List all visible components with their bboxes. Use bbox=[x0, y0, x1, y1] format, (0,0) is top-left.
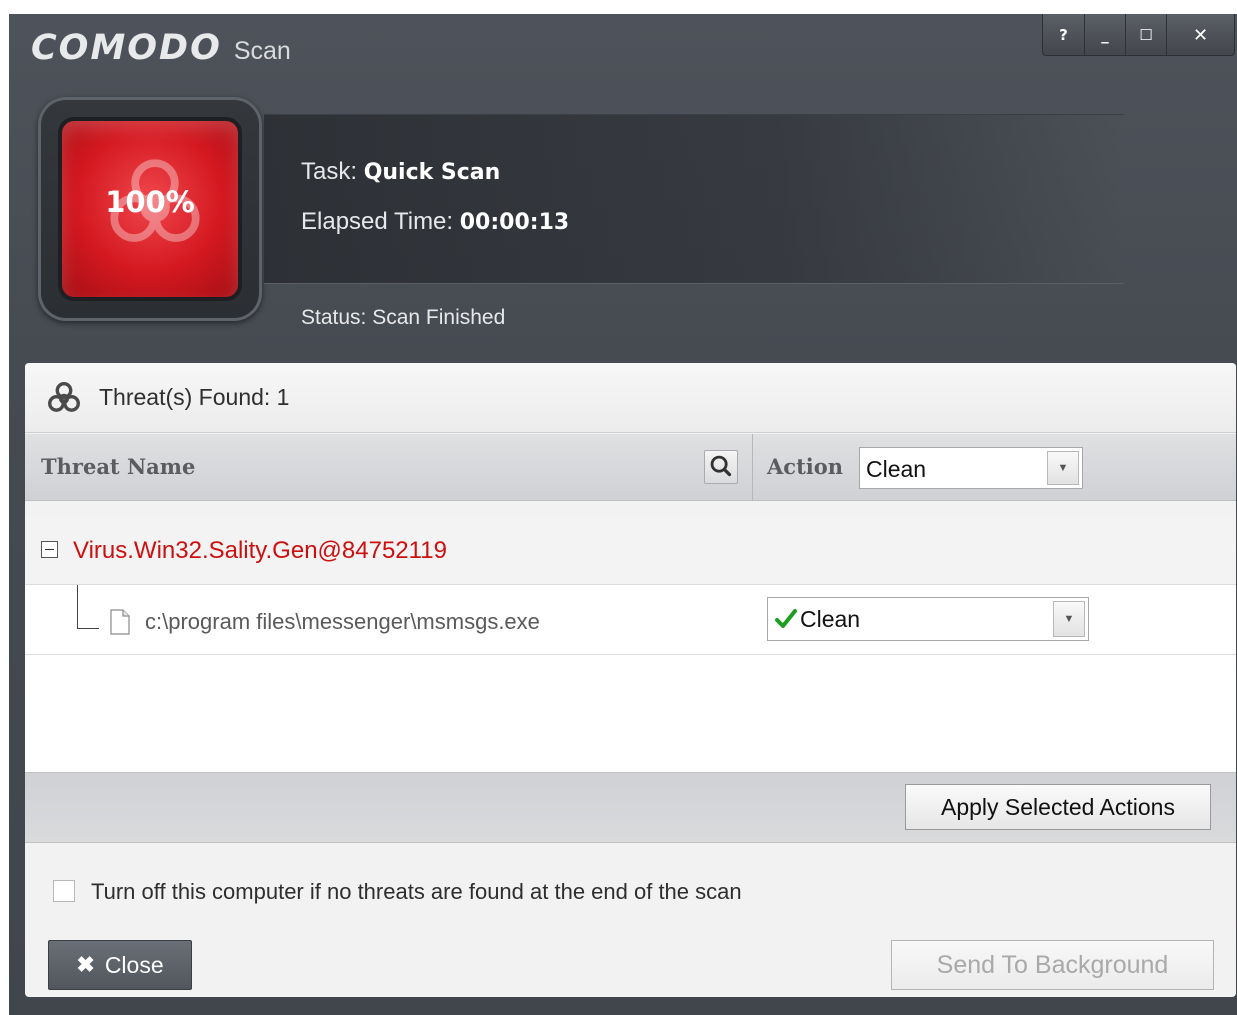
collapse-toggle[interactable] bbox=[41, 541, 58, 558]
help-button[interactable]: ? bbox=[1043, 14, 1084, 55]
column-divider bbox=[752, 434, 753, 501]
elapsed-line: Elapsed Time: 00:00:13 bbox=[301, 208, 569, 236]
table-header: Threat Name Action Clean ▼ bbox=[25, 434, 1236, 501]
maximize-button[interactable]: ☐ bbox=[1125, 14, 1166, 55]
window-controls: ? _ ☐ ✕ bbox=[1042, 14, 1235, 56]
file-action-select[interactable]: Clean ▼ bbox=[767, 597, 1089, 641]
title-bar: COMODO Scan bbox=[31, 28, 291, 68]
task-label: Task: bbox=[301, 158, 358, 185]
search-icon bbox=[710, 455, 732, 477]
actions-bar: Apply Selected Actions bbox=[25, 773, 1236, 843]
brand-logo: COMODO bbox=[31, 28, 222, 68]
close-icon: ✖ bbox=[76, 952, 95, 977]
send-to-background-button[interactable]: Send To Background bbox=[891, 940, 1214, 990]
global-action-select[interactable]: Clean ▼ bbox=[859, 447, 1083, 489]
status-text: Status: Scan Finished bbox=[301, 306, 506, 329]
results-panel: Threat(s) Found: 1 Threat Name Action Cl… bbox=[25, 363, 1236, 997]
tree-connector bbox=[77, 585, 99, 629]
file-path: c:\program files\messenger\msmsgs.exe bbox=[145, 609, 540, 634]
threat-file-row[interactable]: c:\program files\messenger\msmsgs.exe Cl… bbox=[25, 585, 1236, 655]
apply-selected-actions-button[interactable]: Apply Selected Actions bbox=[905, 784, 1211, 830]
close-button-label: Close bbox=[104, 951, 164, 978]
progress-gauge-face: 100% bbox=[58, 117, 242, 301]
minimize-button[interactable]: _ bbox=[1084, 14, 1125, 55]
task-value: Quick Scan bbox=[363, 160, 501, 185]
file-icon bbox=[110, 609, 130, 635]
progress-gauge: 100% bbox=[38, 97, 262, 321]
shutdown-checkbox[interactable] bbox=[53, 880, 75, 902]
progress-percent: 100% bbox=[105, 185, 195, 219]
search-button[interactable] bbox=[704, 450, 738, 484]
threats-summary-bar: Threat(s) Found: 1 bbox=[25, 363, 1236, 433]
shutdown-checkbox-label: Turn off this computer if no threats are… bbox=[91, 879, 742, 904]
window-title: Scan bbox=[233, 37, 291, 65]
threat-row[interactable]: Virus.Win32.Sality.Gen@84752119 bbox=[25, 515, 1236, 585]
window-close-button[interactable]: ✕ bbox=[1166, 14, 1234, 55]
biohazard-icon bbox=[48, 381, 80, 412]
elapsed-value: 00:00:13 bbox=[459, 210, 570, 235]
chevron-down-icon: ▼ bbox=[1047, 451, 1079, 485]
scan-info-band bbox=[264, 114, 1124, 284]
global-action-value: Clean bbox=[866, 456, 927, 482]
close-button[interactable]: ✖ Close bbox=[48, 940, 192, 990]
checkmark-icon bbox=[775, 609, 797, 628]
scan-window: COMODO Scan ? _ ☐ ✕ 100% Task: Quick Sca… bbox=[9, 14, 1237, 1015]
threats-found-count: Threat(s) Found: 1 bbox=[99, 384, 290, 410]
chevron-down-icon: ▼ bbox=[1053, 601, 1085, 637]
task-line: Task: Quick Scan bbox=[301, 158, 500, 186]
file-action-value: Clean bbox=[800, 606, 861, 632]
elapsed-label: Elapsed Time: bbox=[301, 208, 454, 235]
column-action: Action bbox=[767, 454, 844, 479]
threat-name: Virus.Win32.Sality.Gen@84752119 bbox=[73, 537, 447, 564]
results-list-empty-area bbox=[25, 655, 1236, 773]
column-threat-name: Threat Name bbox=[41, 454, 196, 479]
